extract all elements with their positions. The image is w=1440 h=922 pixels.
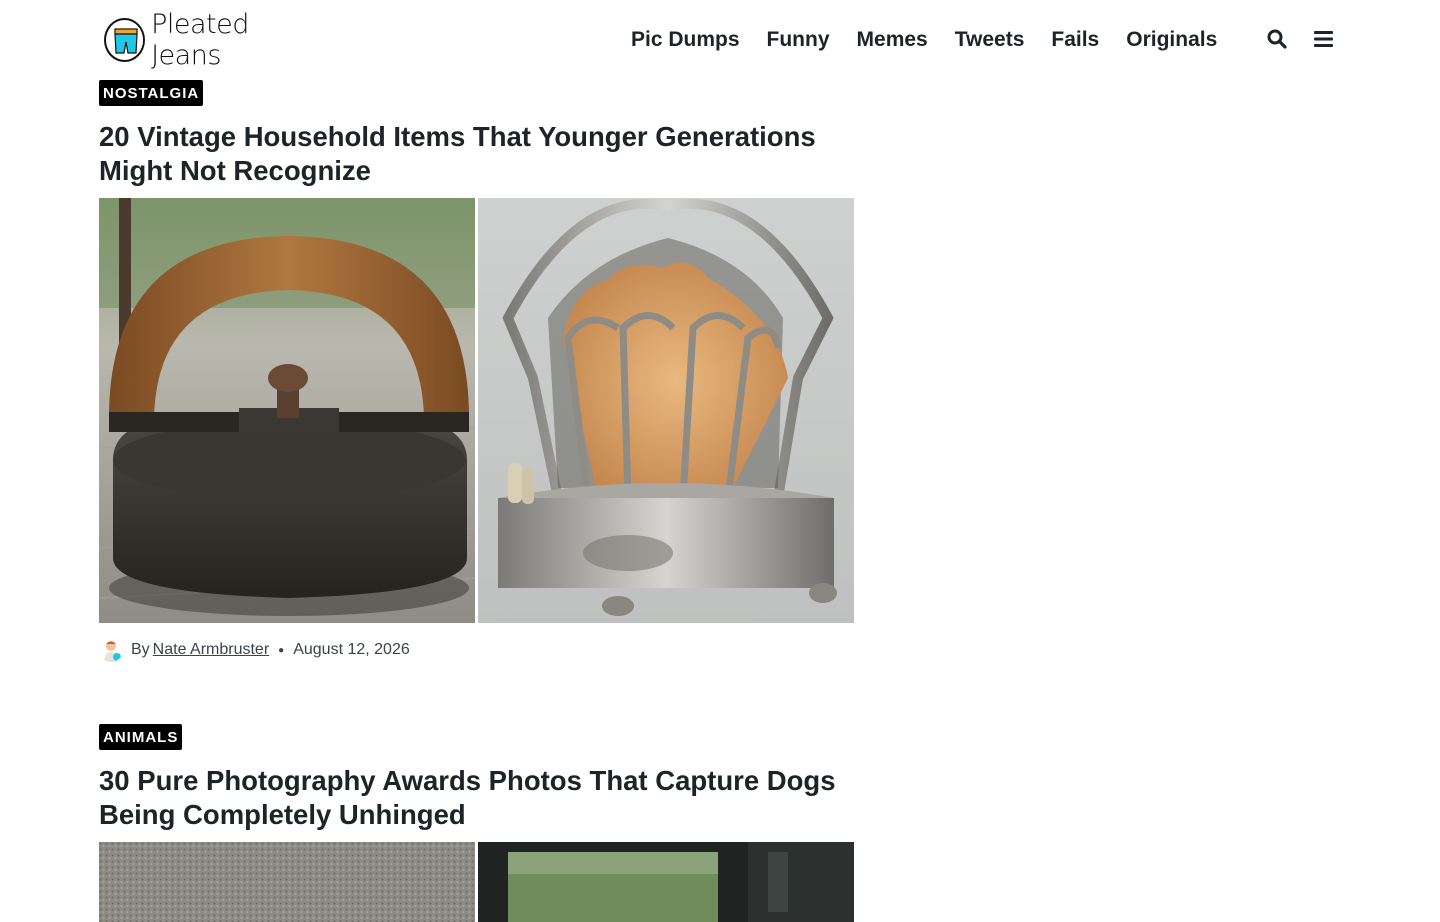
article-thumbnail[interactable] xyxy=(99,842,854,922)
nav-originals[interactable]: Originals xyxy=(1126,26,1217,54)
author-link[interactable]: Nate Armbruster xyxy=(153,641,269,659)
nav-memes[interactable]: Memes xyxy=(857,26,928,54)
article-title[interactable]: 30 Pure Photography Awards Photos That C… xyxy=(99,764,854,832)
search-icon[interactable] xyxy=(1266,28,1288,50)
site-header: Pleated Jeans Pic Dumps Funny Memes Twee… xyxy=(0,0,1440,80)
car-window-dog-image xyxy=(478,842,854,922)
nav-tweets[interactable]: Tweets xyxy=(955,26,1025,54)
article-title[interactable]: 20 Vintage Household Items That Younger … xyxy=(99,120,854,188)
meta-separator: ● xyxy=(278,644,285,656)
gravel-dog-image xyxy=(99,842,475,922)
nav-fails[interactable]: Fails xyxy=(1051,26,1099,54)
category-badge[interactable]: NOSTALGIA xyxy=(99,80,204,106)
main-nav: Pic Dumps Funny Memes Tweets Fails Origi… xyxy=(631,26,1244,54)
article-thumbnail[interactable] xyxy=(99,198,854,623)
logo-jeans-icon xyxy=(104,18,146,62)
vintage-toaster-image xyxy=(478,198,854,623)
site-logo[interactable]: Pleated Jeans xyxy=(104,9,314,71)
nav-funny[interactable]: Funny xyxy=(767,26,830,54)
menu-icon[interactable] xyxy=(1313,28,1335,50)
author-prefix: By xyxy=(131,641,150,658)
nav-pic-dumps[interactable]: Pic Dumps xyxy=(631,26,740,54)
article-card: ANIMALS 30 Pure Photography Awards Photo… xyxy=(99,724,854,922)
post-date: August 12, 2026 xyxy=(293,641,410,658)
author-avatar xyxy=(99,638,123,662)
category-badge[interactable]: ANIMALS xyxy=(99,724,183,750)
vintage-iron-image xyxy=(99,198,475,623)
logo-text: Pleated Jeans xyxy=(151,9,249,71)
article-meta: By Nate Armbruster ● August 12, 2026 xyxy=(99,638,854,662)
article-card: NOSTALGIA 20 Vintage Household Items Tha… xyxy=(99,80,854,662)
